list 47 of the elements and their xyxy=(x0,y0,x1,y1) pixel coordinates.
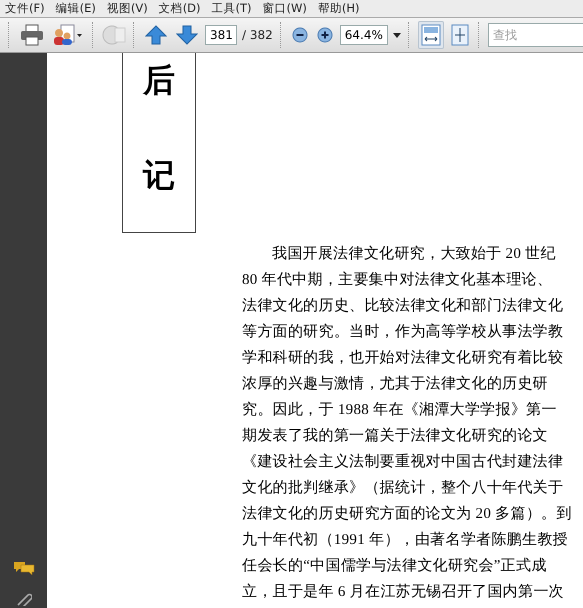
fit-width-icon xyxy=(420,24,441,46)
page-total: / 382 xyxy=(242,28,273,42)
fit-page-icon xyxy=(450,24,469,46)
caret-icon[interactable] xyxy=(392,32,401,38)
menu-item[interactable]: 帮助(H) xyxy=(312,1,366,16)
text-line: 文化的批判继承》（据统计，整个八十年代关于 xyxy=(242,478,564,498)
fit-page-button[interactable] xyxy=(448,22,471,48)
menu-item[interactable]: 文档(D) xyxy=(154,1,207,16)
plus-icon xyxy=(316,27,333,43)
paperclip-icon[interactable] xyxy=(16,592,32,606)
previous-page-button[interactable] xyxy=(143,23,169,47)
page-number-field[interactable]: 381 xyxy=(205,25,237,45)
collaborate-button[interactable] xyxy=(51,22,85,48)
text-line: 《建设社会主义法制要重视对中国古代封建法律 xyxy=(242,452,564,472)
down-arrow-icon xyxy=(176,25,198,45)
text-line: 浓厚的兴趣与激情，尤其于法律文化的历史研 xyxy=(242,374,549,394)
menu-item[interactable]: 编辑(E) xyxy=(50,1,102,16)
fit-width-button[interactable] xyxy=(418,21,444,49)
text-line: 我国开展法律文化研究，大致始于 20 世纪 xyxy=(271,244,557,264)
text-line: 等方面的研究。当时，作为高等学校从事法学教 xyxy=(242,322,564,342)
text-line: 法律文化的历史、比较法律文化和部门法律文化 xyxy=(242,296,564,316)
text-line: 任会长的“中国儒学与法律文化研究会”正式成 xyxy=(242,556,548,576)
text-line: 期发表了我的第一篇关于法律文化研究的论文 xyxy=(242,426,549,446)
next-page-button[interactable] xyxy=(174,23,200,47)
globe-icon xyxy=(102,24,126,46)
zoom-field[interactable]: 64.4% xyxy=(340,25,388,45)
zoom-out-button[interactable] xyxy=(290,25,310,45)
menu-item[interactable]: 工具(T) xyxy=(206,1,258,16)
minus-icon xyxy=(292,27,308,43)
people-document-icon xyxy=(53,24,83,46)
menu-item[interactable]: 窗口(W) xyxy=(258,1,313,16)
text-line: 80 年代中期，主要集中对法律文化基本理论、 xyxy=(242,270,554,290)
menu-item[interactable]: 文件(F) xyxy=(0,1,51,16)
heading-character: 记 xyxy=(143,158,175,194)
text-line: 法律文化的历史研究方面的论文为 20 多篇）。到 xyxy=(242,504,573,524)
text-line: 学和科研的我，也开始对法律文化研究有着比较 xyxy=(242,348,564,368)
comments-icon[interactable] xyxy=(12,560,34,576)
search-field[interactable]: 查找 xyxy=(488,23,583,47)
text-line: 究。因此，于 1988 年在《湘潭大学学报》第一 xyxy=(242,400,558,420)
text-line: 立，且于是年 6 月在江苏无锡召开了国内第一次 xyxy=(242,582,565,602)
up-arrow-icon xyxy=(145,25,167,45)
zoom-in-button[interactable] xyxy=(314,25,335,45)
printer-icon xyxy=(20,24,44,46)
print-button[interactable] xyxy=(18,22,46,48)
heading-character: 后 xyxy=(143,63,175,98)
menu-item[interactable]: 视图(V) xyxy=(102,1,154,16)
text-line: 九十年代初（1991 年），由著名学者陈鹏生教授 xyxy=(242,530,569,550)
